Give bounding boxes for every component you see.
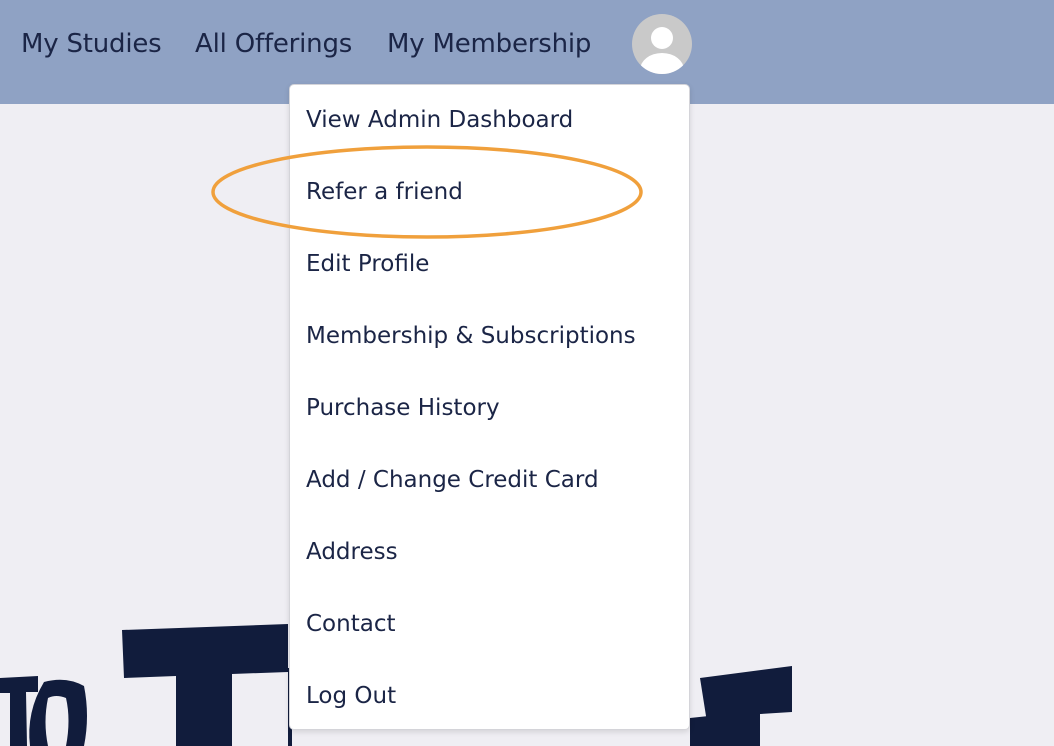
menu-item-membership-subscriptions[interactable]: Membership & Subscriptions [306,318,636,354]
avatar-head-shape [651,27,673,49]
nav-link-all-offerings[interactable]: All Offerings [195,24,352,64]
avatar-body-shape [640,53,684,74]
hero-letter-t-fragment [700,666,792,746]
menu-item-edit-profile[interactable]: Edit Profile [306,246,429,282]
nav-link-my-studies[interactable]: My Studies [21,24,162,64]
menu-item-address[interactable]: Address [306,534,398,570]
menu-item-view-admin-dashboard[interactable]: View Admin Dashboard [306,102,573,138]
menu-item-refer-a-friend[interactable]: Refer a friend [306,174,463,210]
hero-letter-t-large-1 [122,624,288,746]
menu-item-log-out[interactable]: Log Out [306,678,396,714]
nav-link-my-membership[interactable]: My Membership [387,24,591,64]
menu-item-add-change-credit-card[interactable]: Add / Change Credit Card [306,462,599,498]
account-dropdown-menu: View Admin Dashboard Refer a friend Edit… [289,84,690,730]
menu-item-purchase-history[interactable]: Purchase History [306,390,500,426]
user-avatar-icon[interactable] [632,14,692,74]
menu-item-contact[interactable]: Contact [306,606,395,642]
